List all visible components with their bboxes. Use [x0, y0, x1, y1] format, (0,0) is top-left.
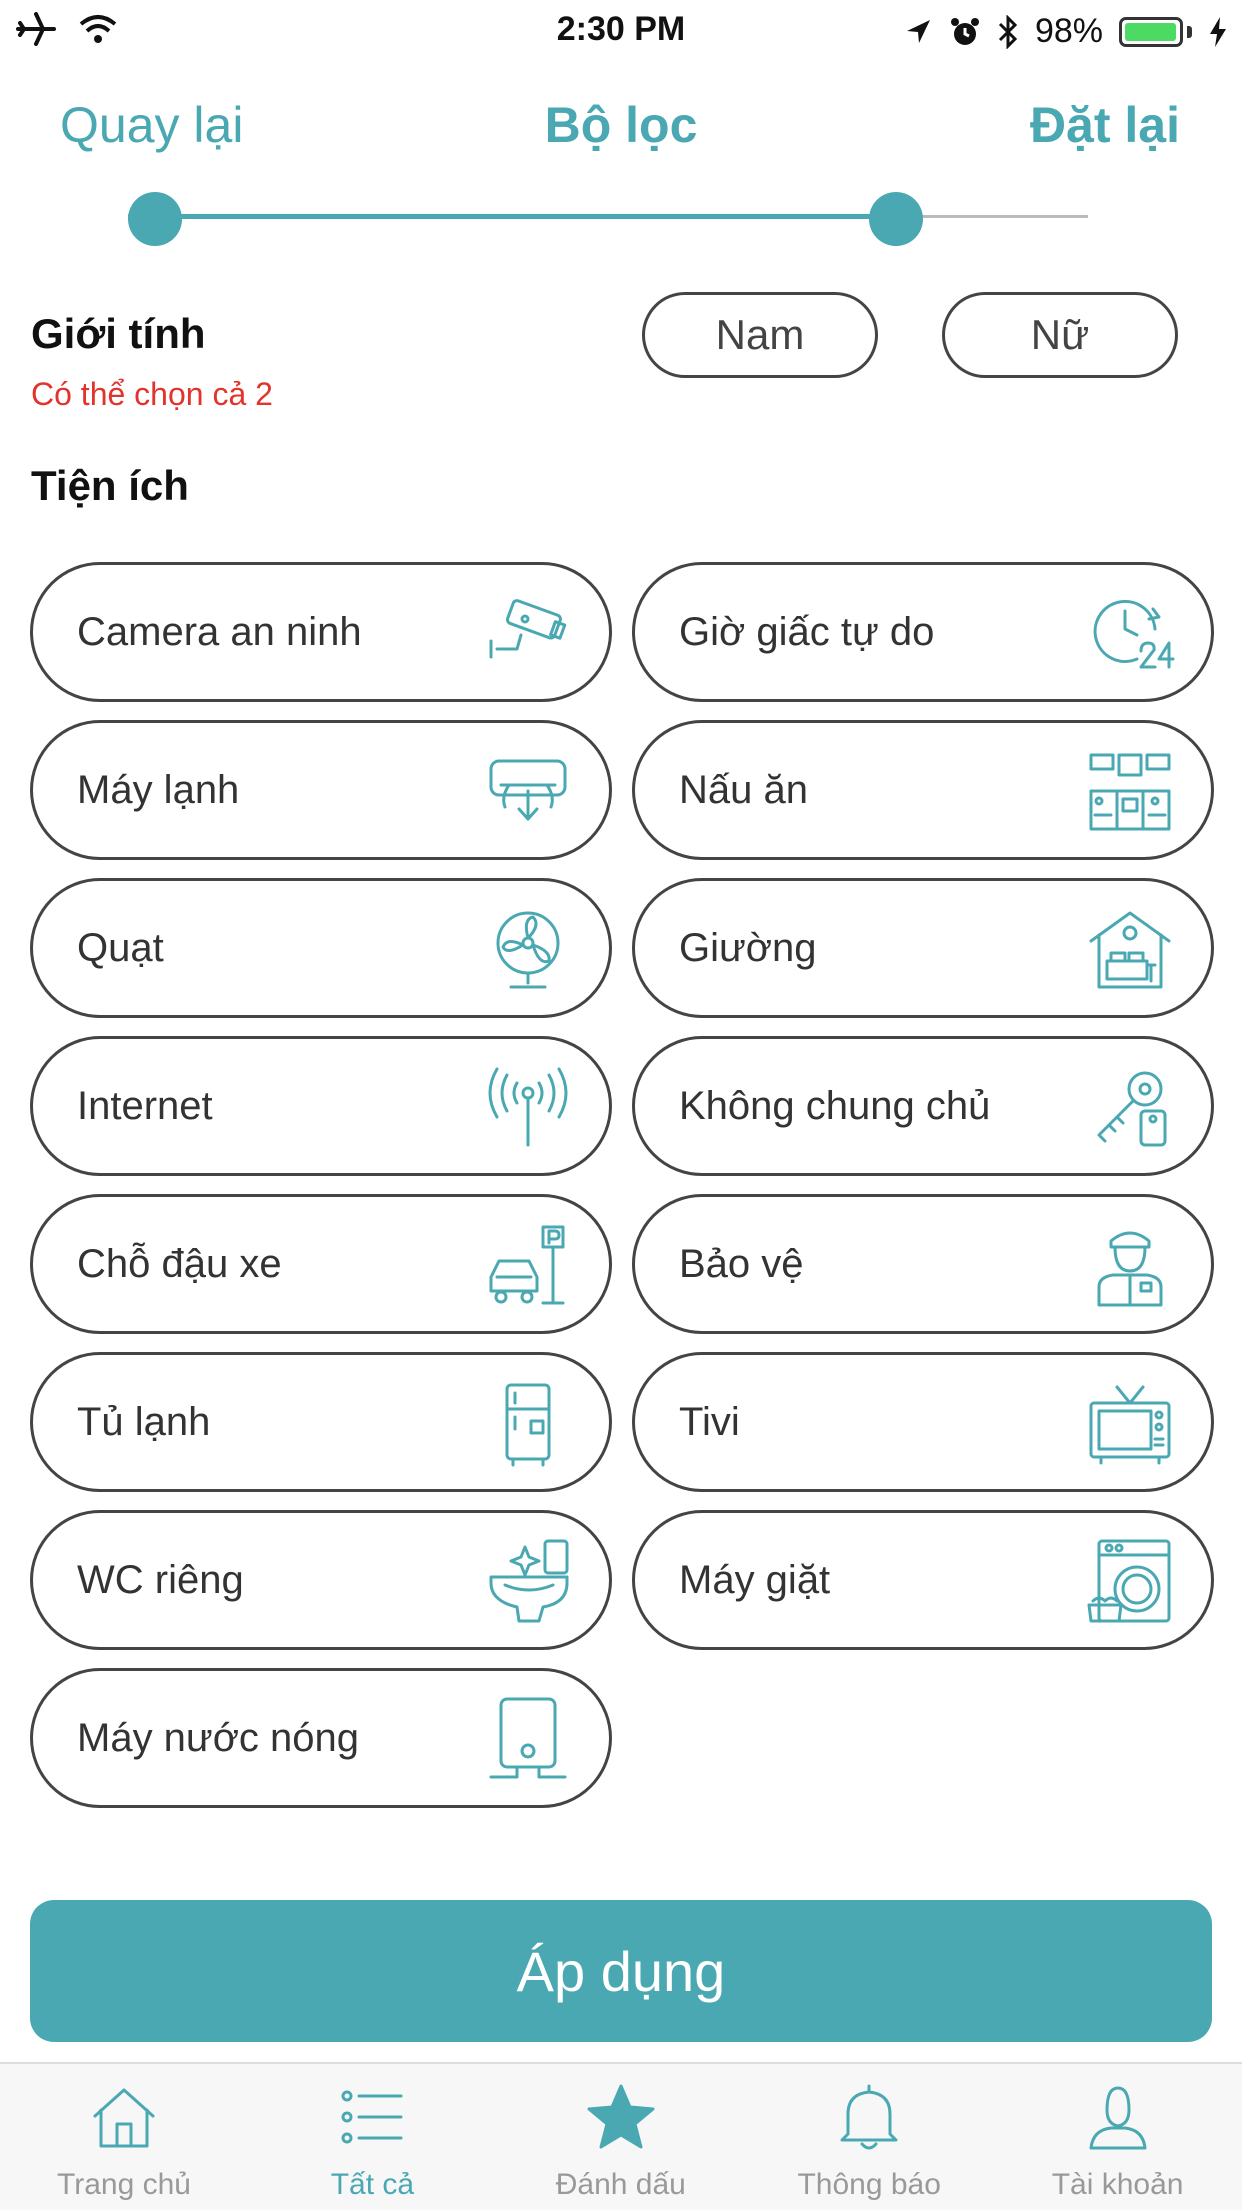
gender-hint: Có thể chọn cả 2 [31, 376, 273, 412]
battery-percent: 98% [1034, 12, 1103, 50]
home-icon [89, 2082, 159, 2152]
amenity-option[interactable]: WC riêng [30, 1510, 612, 1650]
amenity-label: Không chung chủ [679, 1083, 991, 1128]
tab-label: Trang chủ [57, 2168, 191, 2201]
price-range-slider[interactable] [128, 192, 1088, 246]
amenity-option[interactable]: Không chung chủ [632, 1036, 1214, 1176]
amenities-title: Tiện ích [31, 462, 189, 509]
amenity-option[interactable]: Quạt [30, 878, 612, 1018]
amenity-label: Chỗ đậu xe [77, 1241, 282, 1286]
amenity-option[interactable]: Chỗ đậu xe [30, 1194, 612, 1334]
tab-label: Đánh dấu [555, 2168, 686, 2201]
battery-icon [1119, 16, 1183, 47]
amenity-option[interactable]: Máy giặt [632, 1510, 1214, 1650]
amenity-label: Nấu ăn [679, 767, 808, 812]
tab-user[interactable]: Tài khoản [994, 2064, 1242, 2210]
tv-icon [1085, 1379, 1175, 1469]
amenity-label: Internet [77, 1083, 213, 1128]
amenity-option[interactable]: Giường [632, 878, 1214, 1018]
status-bar: 2:30 PM 98% [0, 0, 1242, 60]
fridge-icon [483, 1379, 573, 1469]
tab-star[interactable]: Đánh dấu [497, 2064, 745, 2210]
wifi-antenna-icon [483, 1063, 573, 1153]
fan-icon [483, 905, 573, 995]
amenity-label: Giường [679, 925, 817, 970]
water-heater-icon [483, 1695, 573, 1785]
kitchen-icon [1085, 747, 1175, 837]
alarm-icon [950, 17, 979, 45]
tab-label: Tất cả [330, 2168, 415, 2201]
amenity-option[interactable]: Camera an ninh [30, 562, 612, 702]
amenity-label: Máy nước nóng [77, 1715, 360, 1760]
amenity-label: Tủ lạnh [77, 1399, 211, 1444]
amenity-option[interactable]: Tủ lạnh [30, 1352, 612, 1492]
amenity-option[interactable]: Máy nước nóng [30, 1668, 612, 1808]
user-icon [1083, 2082, 1153, 2152]
tab-label: Thông báo [797, 2168, 941, 2201]
apply-button[interactable]: Áp dụng [30, 1900, 1212, 2042]
amenity-option[interactable]: Tivi [632, 1352, 1214, 1492]
bluetooth-icon [998, 14, 1018, 49]
gender-option-male[interactable]: Nam [642, 292, 878, 378]
list-icon [337, 2082, 407, 2152]
slider-range-fill [128, 214, 896, 219]
gender-option-female[interactable]: Nữ [942, 292, 1178, 378]
amenity-option[interactable]: Bảo vệ [632, 1194, 1214, 1334]
amenity-label: Quạt [77, 925, 164, 970]
amenity-option[interactable]: Internet [30, 1036, 612, 1176]
air-conditioner-icon [483, 747, 573, 837]
security-guard-icon [1085, 1221, 1175, 1311]
amenity-label: Camera an ninh [77, 609, 362, 654]
tab-home[interactable]: Trang chủ [0, 2064, 248, 2210]
amenity-label: Máy giặt [679, 1557, 831, 1602]
charging-bolt-icon [1210, 16, 1226, 47]
security-camera-icon [483, 589, 573, 679]
amenity-label: Tivi [679, 1399, 740, 1444]
amenity-option[interactable]: Máy lạnh [30, 720, 612, 860]
tab-list[interactable]: Tất cả [248, 2064, 496, 2210]
gender-title: Giới tính [31, 310, 206, 357]
slider-knob-min[interactable] [128, 192, 182, 246]
amenity-label: Giờ giấc tự do [679, 609, 935, 654]
bed-icon [1085, 905, 1175, 995]
toilet-icon [483, 1537, 573, 1627]
washing-machine-icon [1085, 1537, 1175, 1627]
location-arrow-icon [906, 19, 930, 43]
amenity-option[interactable]: Giờ giấc tự do [632, 562, 1214, 702]
star-icon [586, 2082, 656, 2152]
amenity-label: Bảo vệ [679, 1241, 804, 1286]
reset-button[interactable]: Đặt lại [1030, 96, 1180, 154]
tab-label: Tài khoản [1051, 2168, 1184, 2201]
parking-icon [483, 1221, 573, 1311]
amenity-option[interactable]: Nấu ăn [632, 720, 1214, 860]
bell-icon [834, 2082, 904, 2152]
nav-header: Quay lại Bộ lọc Đặt lại [0, 90, 1242, 160]
tab-bell[interactable]: Thông báo [745, 2064, 993, 2210]
amenity-label: WC riêng [77, 1557, 244, 1602]
slider-knob-max[interactable] [869, 192, 923, 246]
tab-bar: Trang chủ Tất cả Đánh dấu Thông báo Tài khoả… [0, 2062, 1242, 2210]
keys-icon [1085, 1063, 1175, 1153]
amenity-label: Máy lạnh [77, 767, 240, 812]
clock-24-icon [1085, 589, 1175, 679]
